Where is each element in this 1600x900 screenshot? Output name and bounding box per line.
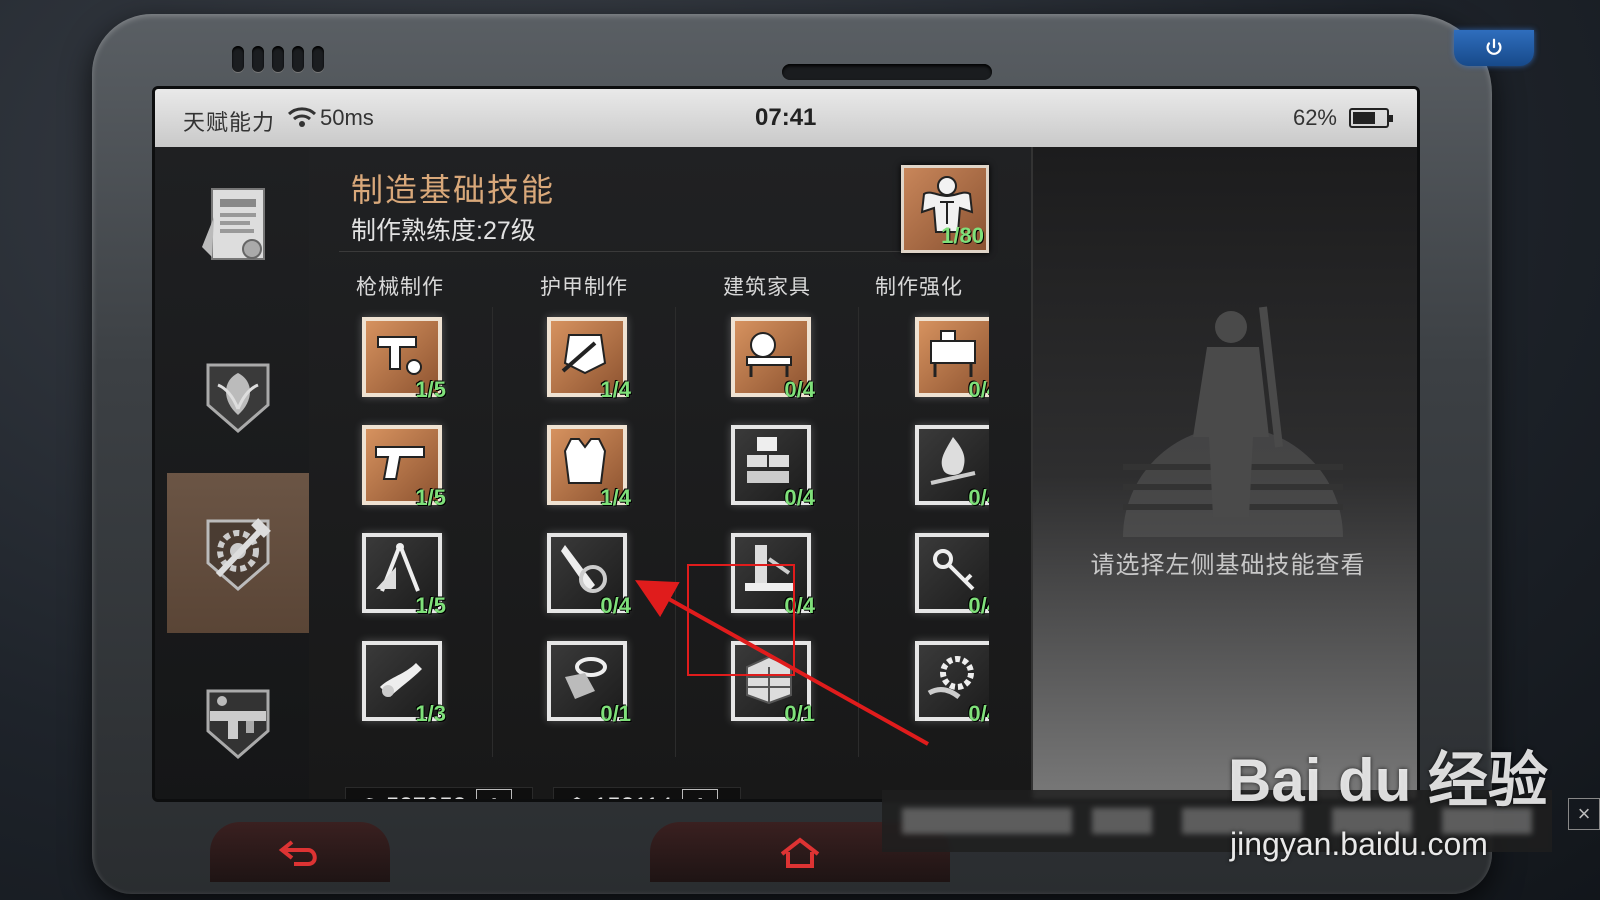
- strength-badge[interactable]: 1/80: [901, 165, 989, 253]
- currency-s: 152114 +: [553, 787, 741, 799]
- wifi-icon: [287, 107, 317, 127]
- back-arrow-icon: [278, 840, 317, 866]
- skill-panel: 制造基础技能 制作熟练度:27级 1/80 枪械制作 护甲制作 建筑家具 制作强…: [309, 147, 1031, 799]
- skill-level: 0/4: [784, 485, 815, 510]
- skill-level: 1/4: [600, 485, 631, 510]
- gear-hand-icon: [927, 656, 974, 700]
- skill-level: 1/5: [415, 485, 446, 510]
- overlay-close-button[interactable]: ×: [1568, 798, 1600, 830]
- skill-level: 1/5: [415, 377, 446, 402]
- sidebar-item-trade[interactable]: [167, 147, 309, 307]
- skill-level: 0/1: [600, 701, 631, 726]
- sidebar-item-survival[interactable]: [167, 315, 309, 475]
- bricks-icon: [747, 437, 789, 483]
- battery-icon: [1349, 108, 1393, 128]
- skill-saw-table[interactable]: 0/4: [731, 317, 815, 402]
- skill-armor-cut[interactable]: 1/4: [547, 317, 631, 402]
- skill-bricks[interactable]: 0/4: [731, 425, 815, 510]
- skill-level: 1/3: [415, 701, 446, 726]
- skill-gun-parts[interactable]: 1/5: [362, 317, 446, 402]
- workbench-icon: [930, 330, 976, 377]
- sidebar-item-weapons[interactable]: [167, 641, 309, 799]
- ping-value: 50ms: [320, 105, 374, 130]
- gear-hammer-icon: [206, 518, 271, 591]
- skill-drafting[interactable]: 1/5: [362, 533, 446, 618]
- vest-icon: [563, 438, 607, 484]
- column-separator: [675, 307, 676, 757]
- status-bar: 天赋能力 50ms 07:41 62%: [155, 89, 1417, 147]
- keys-icon: [933, 549, 975, 591]
- column-header-armor: 护甲制作: [540, 276, 628, 299]
- sidebar: [155, 147, 309, 799]
- speaker-grille: [232, 46, 324, 72]
- hand-tool-icon: [380, 663, 422, 697]
- add-s-currency-button[interactable]: +: [682, 789, 719, 799]
- rifle-shield-icon: [206, 689, 270, 759]
- skill-level: 0/4: [968, 701, 999, 726]
- skill-level: 1/4: [600, 377, 631, 402]
- leaf-shield-icon: [206, 363, 270, 433]
- skill-fire[interactable]: 0/4: [915, 425, 989, 510]
- proficiency-level: 制作熟练度:27级: [351, 217, 536, 245]
- status-title: 天赋能力: [183, 110, 276, 135]
- currency-s-value: 152114: [594, 793, 672, 799]
- trade-certificate-icon: [202, 188, 265, 260]
- baidu-watermark: Bai du 经验: [1228, 747, 1549, 814]
- gun-parts-icon: [377, 336, 422, 375]
- column-header-building: 建筑家具: [723, 276, 811, 299]
- currency-g-value: 537952: [386, 793, 466, 799]
- skill-keys[interactable]: 0/4: [915, 533, 989, 618]
- skill-ring[interactable]: 0/1: [547, 641, 631, 726]
- skill-pen-tool[interactable]: 0/4: [547, 533, 631, 618]
- back-button[interactable]: [210, 822, 390, 882]
- skill-level: 0/4: [968, 593, 999, 618]
- s-coin-icon: [573, 797, 581, 799]
- add-g-currency-button[interactable]: +: [476, 789, 513, 799]
- highlight-annotation: [687, 564, 795, 676]
- panel-title: 制造基础技能: [351, 172, 556, 208]
- empty-selection-hint: 请选择左侧基础技能查看: [1090, 552, 1366, 579]
- fire-icon: [930, 437, 976, 485]
- skill-level: 1/5: [415, 593, 446, 618]
- skill-workbench[interactable]: 0/4: [915, 317, 989, 402]
- column-separator: [858, 307, 859, 757]
- tablet-screen: 天赋能力 50ms 07:41 62% 制造基础技能 制作熟练度:27级 1/8…: [152, 86, 1420, 802]
- home-icon: [780, 837, 820, 868]
- top-slot: [782, 64, 992, 80]
- skill-level: 0/1: [784, 701, 815, 726]
- soldier-silhouette-icon: [1123, 306, 1343, 537]
- column-separator: [492, 307, 493, 757]
- pen-tool-icon: [561, 545, 607, 593]
- drafting-compass-icon: [376, 543, 420, 592]
- pistol-icon: [375, 446, 425, 480]
- power-icon: [1486, 38, 1502, 55]
- baidu-url: jingyan.baidu.com: [1230, 826, 1488, 862]
- skill-gear-hand[interactable]: 0/4: [915, 641, 989, 726]
- sidebar-item-crafting[interactable]: [167, 473, 309, 633]
- skill-pistol[interactable]: 1/5: [362, 425, 446, 510]
- skill-hand-tool[interactable]: 1/3: [362, 641, 446, 726]
- skill-level: 0/4: [968, 485, 999, 510]
- clock: 07:41: [755, 104, 817, 131]
- badge-count: 1/80: [941, 223, 984, 248]
- stage: { "status_bar": { "title": "天赋能力", "ping…: [0, 0, 1600, 900]
- skill-vest[interactable]: 1/4: [547, 425, 631, 510]
- skill-level: 0/4: [784, 377, 815, 402]
- ring-icon: [565, 657, 607, 699]
- armor-cut-icon: [561, 334, 607, 375]
- column-header-guns: 枪械制作: [356, 276, 444, 299]
- column-header-enhance: 制作强化: [875, 276, 963, 299]
- skill-level: 0/4: [600, 593, 631, 618]
- battery-percent: 62%: [1292, 105, 1337, 130]
- currency-g: 537952 +: [345, 787, 533, 799]
- saw-table-icon: [746, 332, 792, 377]
- detail-panel: 请选择左侧基础技能查看: [1031, 147, 1417, 799]
- power-button[interactable]: [1454, 30, 1534, 66]
- g-coin-icon: [366, 798, 374, 799]
- skill-level: 0/4: [968, 377, 999, 402]
- divider: [339, 251, 989, 252]
